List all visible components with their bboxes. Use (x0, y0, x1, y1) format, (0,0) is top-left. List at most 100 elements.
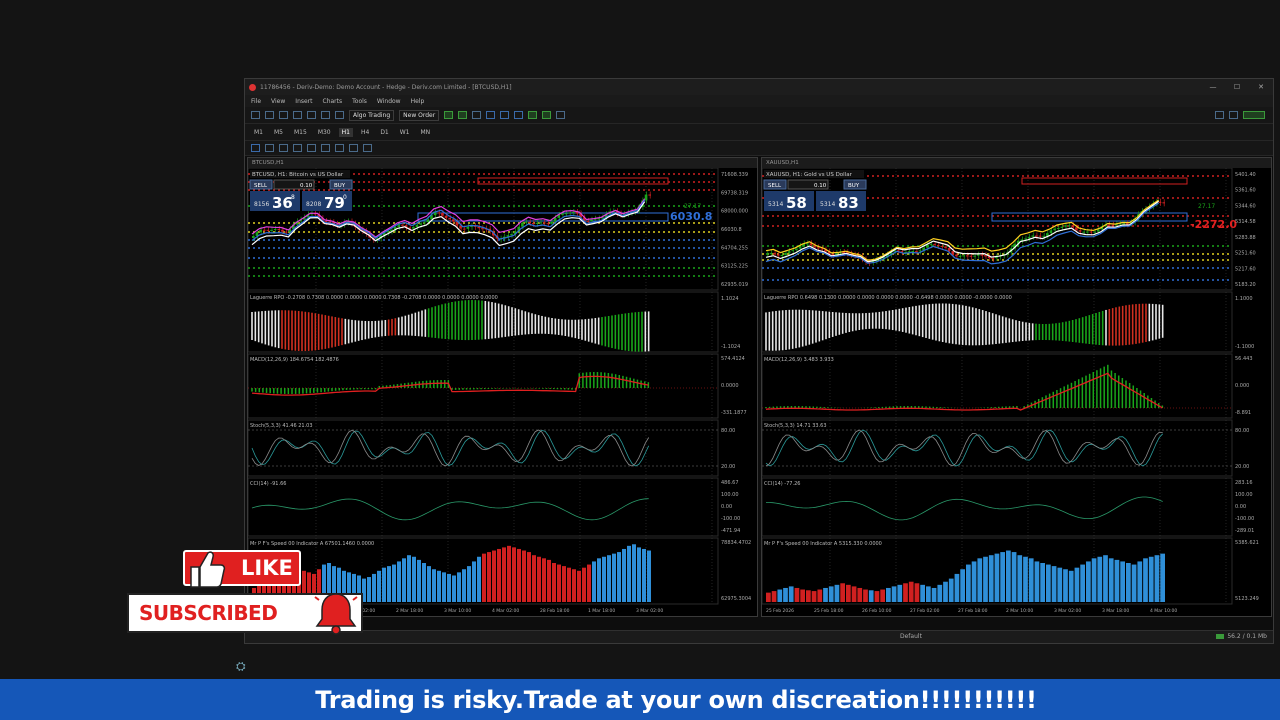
zoom-in-icon[interactable] (486, 111, 496, 119)
text-tool-icon[interactable] (349, 144, 358, 152)
menu-charts[interactable]: Charts (323, 98, 343, 105)
time-axis-label: 2 Mar 18:00 (396, 608, 423, 614)
menu-help[interactable]: Help (411, 98, 425, 105)
speed-histogram-bar (766, 592, 771, 602)
tf-h4[interactable]: H4 (358, 128, 372, 137)
navigator-icon[interactable] (307, 111, 316, 119)
shapes-icon[interactable] (363, 144, 372, 152)
candle (951, 251, 955, 255)
menu-insert[interactable]: Insert (295, 98, 312, 105)
indicator-label: Laguerre RPO 0.6498 0.1300 0.0000 0.0000… (764, 295, 1012, 301)
profiles-icon[interactable] (265, 111, 274, 119)
menu-tools[interactable]: Tools (352, 98, 367, 105)
vertical-line-icon[interactable] (279, 144, 288, 152)
profile-name: Default (900, 633, 922, 640)
speed-histogram-bar (512, 547, 516, 602)
chart-window-xauusd[interactable]: XAUUSD,H1 XAUUSD, H1: Gold vs US Dollar S… (761, 157, 1272, 617)
new-chart-icon[interactable] (251, 111, 260, 119)
candle (422, 222, 426, 224)
toolbox-icon[interactable] (321, 111, 330, 119)
tf-w1[interactable]: W1 (397, 128, 413, 137)
tf-m5[interactable]: M5 (271, 128, 286, 137)
channel-icon[interactable] (321, 144, 330, 152)
bar-chart-icon[interactable] (444, 111, 454, 119)
tile-windows-icon[interactable] (514, 111, 524, 119)
line-chart-icon[interactable] (472, 111, 482, 119)
indicator-label: MACD(12,26,9) 3.483 3.933 (764, 357, 834, 363)
buy-price-small: 5314 (820, 201, 835, 208)
speed-histogram-bar (427, 566, 431, 602)
speed-histogram-bar (412, 556, 416, 602)
menu-view[interactable]: View (271, 98, 285, 105)
indicators-icon[interactable] (556, 111, 566, 119)
data-window-icon[interactable] (293, 111, 302, 119)
speed-histogram-bar (592, 561, 596, 602)
candle (933, 244, 936, 246)
tf-m30[interactable]: M30 (315, 128, 334, 137)
signal-icon[interactable] (1243, 111, 1265, 119)
speed-histogram-bar (577, 570, 581, 602)
autoscroll-icon[interactable] (528, 111, 538, 119)
candle (911, 251, 915, 253)
speed-histogram-bar (771, 591, 777, 602)
drawing-toolbar (245, 141, 1273, 156)
candle (1126, 223, 1129, 225)
main-toolbar: Algo Trading New Order (245, 107, 1273, 124)
pane-3 (762, 419, 1233, 477)
candle (958, 255, 962, 257)
fibonacci-icon[interactable] (335, 144, 344, 152)
symbol-info: BTCUSD, H1: Bitcoin vs US Dollar (252, 172, 344, 178)
trendline-icon[interactable] (307, 144, 316, 152)
candle (1115, 224, 1118, 226)
cursor-tool-icon[interactable] (251, 144, 260, 152)
chart-shift-icon[interactable] (542, 111, 552, 119)
candle (944, 246, 947, 248)
search-icon[interactable] (1215, 111, 1224, 119)
horizontal-line-icon[interactable] (293, 144, 302, 152)
candle (962, 255, 965, 257)
speed-histogram-bar (367, 577, 371, 602)
price-scale-label: 5183.20 (1235, 282, 1256, 288)
speed-histogram-bar (547, 559, 551, 602)
candle (929, 244, 933, 246)
scale-label: -100.00 (1235, 516, 1254, 522)
minimize-button[interactable]: — (1201, 83, 1225, 91)
zoom-out-icon[interactable] (500, 111, 510, 119)
candle (1035, 235, 1038, 237)
speed-histogram-bar (597, 558, 601, 602)
speed-histogram-bar (908, 581, 914, 602)
price-scale-label: 5314.58 (1235, 219, 1256, 225)
crosshair-tool-icon[interactable] (265, 144, 274, 152)
candle (1096, 229, 1100, 232)
tf-h1[interactable]: H1 (338, 127, 353, 137)
candlestick-icon[interactable] (458, 111, 468, 119)
xauusd-chart-canvas[interactable]: XAUUSD, H1: Gold vs US Dollar SELL 0.10 BUY… (762, 168, 1271, 616)
new-order-button[interactable]: New Order (399, 109, 440, 121)
speed-histogram-bar (402, 558, 406, 602)
tf-m15[interactable]: M15 (291, 128, 310, 137)
strategy-tester-icon[interactable] (335, 111, 344, 119)
time-axis-label: 1 Mar 18:00 (588, 608, 615, 614)
candle (787, 251, 791, 253)
time-axis-label: 27 Feb 02:00 (910, 608, 940, 614)
candle (539, 222, 542, 224)
algo-trading-button[interactable]: Algo Trading (349, 109, 395, 121)
price-scale-label: 5344.60 (1235, 203, 1256, 209)
candle (1089, 231, 1093, 233)
tf-m1[interactable]: M1 (251, 128, 266, 137)
close-button[interactable]: ✕ (1249, 83, 1273, 91)
market-watch-icon[interactable] (279, 111, 288, 119)
menu-window[interactable]: Window (377, 98, 401, 105)
speed-histogram-bar (627, 545, 631, 602)
scale-label: 78834.4702 (721, 540, 751, 546)
candle (1031, 235, 1035, 237)
candle (1078, 230, 1082, 232)
tf-mn[interactable]: MN (418, 128, 434, 137)
scale-label: 80.00 (721, 428, 735, 434)
speed-histogram-bar (948, 578, 954, 602)
maximize-button[interactable]: ☐ (1225, 83, 1249, 91)
notifications-icon[interactable] (1229, 111, 1238, 119)
tf-d1[interactable]: D1 (377, 128, 391, 137)
menu-file[interactable]: File (251, 98, 261, 105)
speed-histogram-bar (477, 556, 481, 602)
